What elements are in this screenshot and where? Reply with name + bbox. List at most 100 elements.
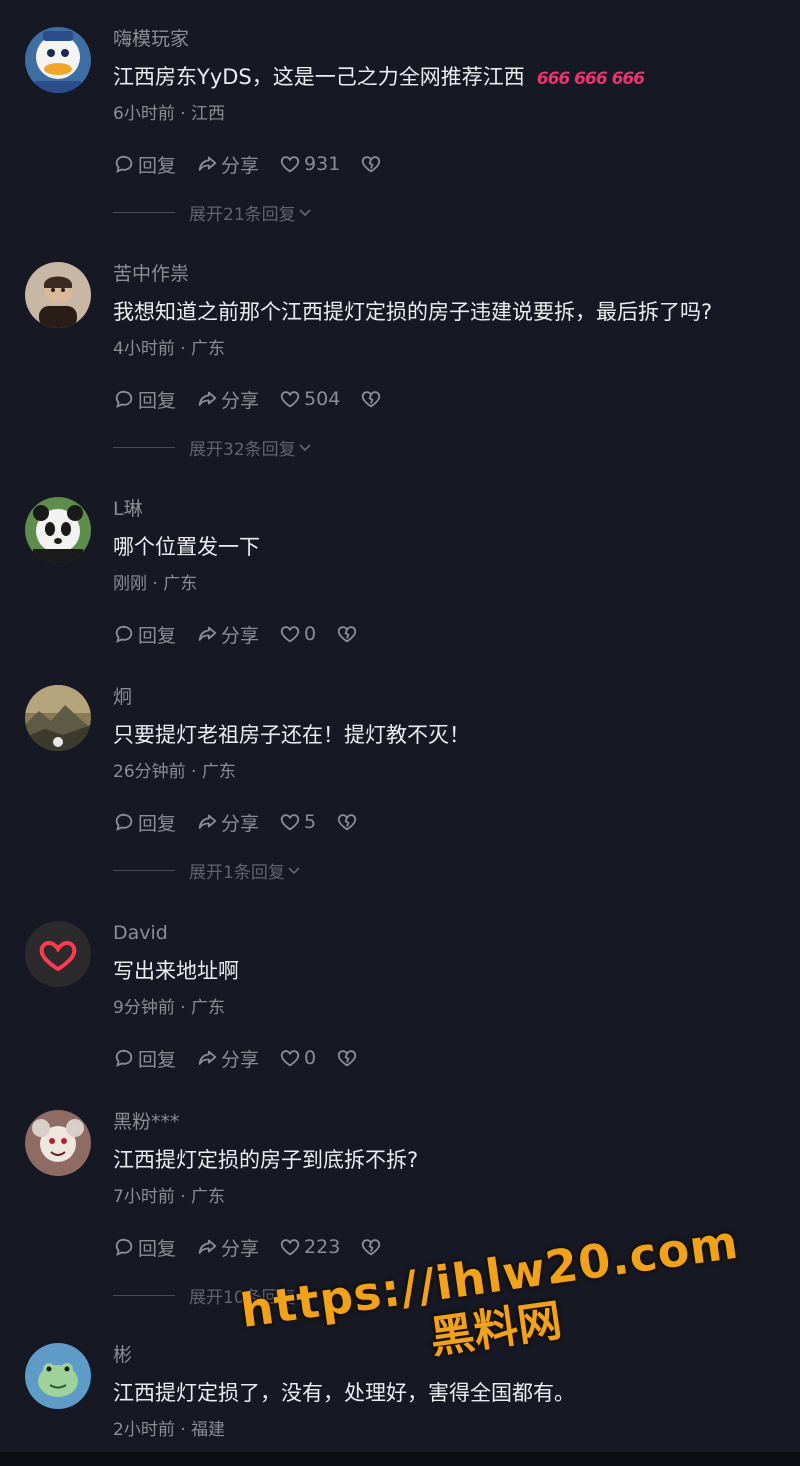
comment-text: 江西房东YyDS，这是一己之力全网推荐江西 666 666 666 bbox=[113, 63, 645, 93]
heart-icon bbox=[280, 814, 300, 831]
heart-icon bbox=[280, 1050, 300, 1067]
comment-text: 哪个位置发一下 bbox=[113, 535, 260, 559]
reply-label: 回复 bbox=[138, 812, 177, 835]
share-button[interactable]: 分享 bbox=[196, 809, 259, 836]
heart-icon bbox=[280, 391, 300, 408]
like-count: 223 bbox=[304, 1236, 341, 1258]
reply-label: 回复 bbox=[138, 624, 177, 647]
expand-replies-button[interactable]: 展开21条回复 bbox=[113, 201, 312, 225]
divider-line bbox=[113, 211, 175, 213]
comment-text: 我想知道之前那个江西提灯定损的房子违建说要拆，最后拆了吗? bbox=[113, 300, 713, 324]
meta-separator: · bbox=[147, 574, 164, 594]
expand-replies-button[interactable]: 展开1条回复 bbox=[113, 859, 301, 883]
donald-duck-avatar[interactable] bbox=[25, 27, 91, 93]
like-button[interactable]: 504 bbox=[279, 388, 340, 410]
share-label: 分享 bbox=[221, 812, 260, 835]
comment-username[interactable]: 苦中作祟 bbox=[113, 262, 189, 286]
share-arrow-icon bbox=[198, 626, 217, 641]
comment-meta: 2小时前 · 福建 bbox=[113, 1419, 225, 1441]
cartoon-avatar[interactable] bbox=[25, 1110, 91, 1176]
comment-time: 26分钟前 bbox=[113, 762, 186, 782]
comment-location: 江西 bbox=[191, 104, 226, 124]
broken-heart-icon bbox=[362, 1239, 381, 1256]
like-count: 931 bbox=[304, 153, 341, 175]
like-count: 0 bbox=[304, 1047, 317, 1069]
comment-location: 广东 bbox=[191, 998, 226, 1018]
comment-time: 9分钟前 bbox=[113, 998, 175, 1018]
dislike-button[interactable] bbox=[360, 388, 385, 410]
comment-actions: 回复 分享 504 bbox=[113, 386, 405, 412]
chevron-down-icon bbox=[288, 867, 300, 875]
like-button[interactable]: 931 bbox=[279, 153, 340, 175]
like-button[interactable]: 223 bbox=[279, 1236, 340, 1258]
comment-meta: 7小时前 · 广东 bbox=[113, 1186, 225, 1208]
expand-replies-label: 展开21条回复 bbox=[189, 204, 296, 225]
comment-username[interactable]: 炯 bbox=[113, 685, 132, 709]
like-button[interactable]: 0 bbox=[279, 623, 316, 645]
comment-username[interactable]: L琳 bbox=[113, 497, 143, 521]
landscape-avatar[interactable] bbox=[25, 685, 91, 751]
comment-time: 2小时前 bbox=[113, 1420, 175, 1440]
broken-heart-icon bbox=[337, 626, 357, 643]
comment-actions: 回复 分享 0 bbox=[113, 621, 381, 647]
reply-button[interactable]: 回复 bbox=[113, 809, 176, 836]
like-button[interactable]: 0 bbox=[279, 1047, 316, 1069]
comment-location: 广东 bbox=[191, 339, 226, 359]
reply-button[interactable]: 回复 bbox=[113, 1045, 176, 1072]
like-button[interactable]: 5 bbox=[279, 811, 316, 833]
reply-button[interactable]: 回复 bbox=[113, 621, 176, 648]
share-arrow-icon bbox=[198, 814, 217, 829]
comment-username[interactable]: 嗨模玩家 bbox=[113, 27, 189, 51]
meta-separator: · bbox=[174, 1420, 192, 1440]
comment-location: 广东 bbox=[191, 1187, 226, 1207]
share-button[interactable]: 分享 bbox=[196, 1234, 259, 1261]
heart-icon bbox=[280, 156, 300, 173]
comment-time: 7小时前 bbox=[113, 1187, 175, 1207]
dislike-button[interactable] bbox=[336, 811, 361, 833]
comment-username[interactable]: 黑粉*** bbox=[113, 1110, 180, 1134]
reply-label: 回复 bbox=[138, 154, 177, 177]
meta-separator: · bbox=[174, 339, 192, 359]
expand-replies-label: 展开32条回复 bbox=[189, 439, 296, 460]
comment-actions: 回复 分享 223 bbox=[113, 1234, 405, 1260]
broken-heart-icon bbox=[337, 814, 357, 831]
dislike-button[interactable] bbox=[360, 1236, 385, 1258]
share-button[interactable]: 分享 bbox=[196, 151, 259, 178]
reply-label: 回复 bbox=[138, 1048, 177, 1071]
comment-text: 江西提灯定损的房子到底拆不拆? bbox=[113, 1148, 419, 1172]
comment-username[interactable]: 彬 bbox=[113, 1343, 132, 1367]
meta-separator: · bbox=[174, 998, 192, 1018]
bottom-edge-bar bbox=[0, 1452, 800, 1466]
heart-icon bbox=[280, 626, 300, 643]
person-avatar[interactable] bbox=[25, 262, 91, 328]
panda-avatar[interactable] bbox=[25, 497, 91, 563]
comment-username[interactable]: David bbox=[113, 921, 168, 945]
reply-label: 回复 bbox=[138, 389, 177, 412]
expand-replies-button[interactable]: 展开32条回复 bbox=[113, 436, 312, 460]
reply-button[interactable]: 回复 bbox=[113, 151, 176, 178]
broken-heart-icon bbox=[362, 391, 381, 408]
reply-bubble-icon bbox=[115, 390, 133, 408]
dislike-button[interactable] bbox=[336, 623, 361, 645]
comment-meta: 6小时前 · 江西 bbox=[113, 103, 225, 125]
expand-replies-label: 展开1条回复 bbox=[189, 862, 285, 883]
share-button[interactable]: 分享 bbox=[196, 1045, 259, 1072]
share-arrow-icon bbox=[198, 1239, 217, 1254]
dislike-button[interactable] bbox=[336, 1047, 361, 1069]
dislike-button[interactable] bbox=[360, 153, 385, 175]
share-arrow-icon bbox=[198, 391, 217, 406]
reply-button[interactable]: 回复 bbox=[113, 386, 176, 413]
share-arrow-icon bbox=[198, 1050, 217, 1065]
divider-line bbox=[113, 869, 175, 871]
neon-heart-avatar[interactable] bbox=[25, 921, 91, 987]
share-button[interactable]: 分享 bbox=[196, 621, 259, 648]
reply-bubble-icon bbox=[115, 155, 133, 173]
frog-avatar[interactable] bbox=[25, 1343, 91, 1409]
comment-meta: 刚刚 · 广东 bbox=[113, 573, 197, 595]
reply-button[interactable]: 回复 bbox=[113, 1234, 176, 1261]
share-label: 分享 bbox=[221, 389, 260, 412]
share-label: 分享 bbox=[221, 154, 260, 177]
share-button[interactable]: 分享 bbox=[196, 386, 259, 413]
chevron-down-icon bbox=[299, 209, 311, 217]
comment-actions: 回复 分享 5 bbox=[113, 809, 381, 835]
